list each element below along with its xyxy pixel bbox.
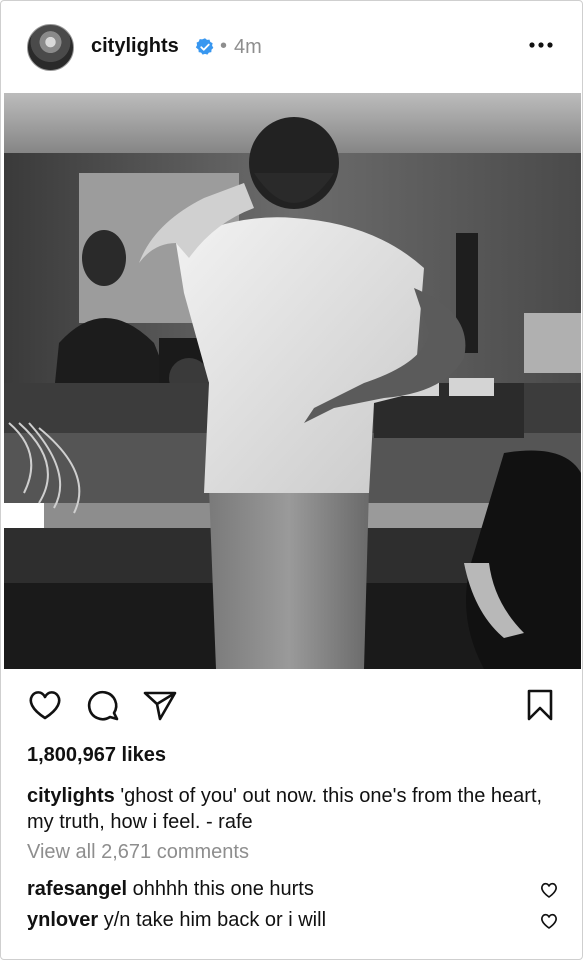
- comment-username[interactable]: ynlover: [27, 909, 98, 931]
- comment-like-heart-icon[interactable]: [539, 880, 559, 900]
- post-header: citylights • 4m: [1, 1, 582, 93]
- comment-username[interactable]: rafesangel: [27, 878, 127, 900]
- comment-item: rafesangel ohhhh this one hurts: [27, 878, 527, 901]
- avatar[interactable]: [27, 24, 74, 71]
- comment-text: y/n take him back or i will: [103, 909, 327, 931]
- more-options-icon[interactable]: [527, 31, 555, 59]
- caption-username[interactable]: citylights: [27, 785, 115, 807]
- likes-count[interactable]: 1,800,967 likes: [27, 744, 166, 767]
- action-bar: [1, 681, 582, 731]
- separator-dot: •: [220, 35, 228, 57]
- post-time: 4m: [234, 36, 262, 58]
- comment-icon[interactable]: [83, 685, 123, 725]
- comment-text: ohhhh this one hurts: [132, 878, 314, 900]
- send-icon[interactable]: [140, 685, 180, 725]
- post-username[interactable]: citylights: [91, 35, 179, 58]
- comment-like-heart-icon[interactable]: [539, 911, 559, 931]
- post-caption: citylights 'ghost of you' out now. this …: [27, 783, 557, 835]
- heart-icon[interactable]: [25, 685, 65, 725]
- comment-item: ynlover y/n take him back or i will: [27, 909, 527, 932]
- bookmark-icon[interactable]: [520, 685, 560, 725]
- post-card: citylights • 4m 1,800,967 likes cityligh…: [0, 0, 583, 960]
- verified-badge-icon: [195, 38, 214, 55]
- post-photo[interactable]: [4, 93, 581, 669]
- view-all-comments-link[interactable]: View all 2,671 comments: [27, 841, 249, 864]
